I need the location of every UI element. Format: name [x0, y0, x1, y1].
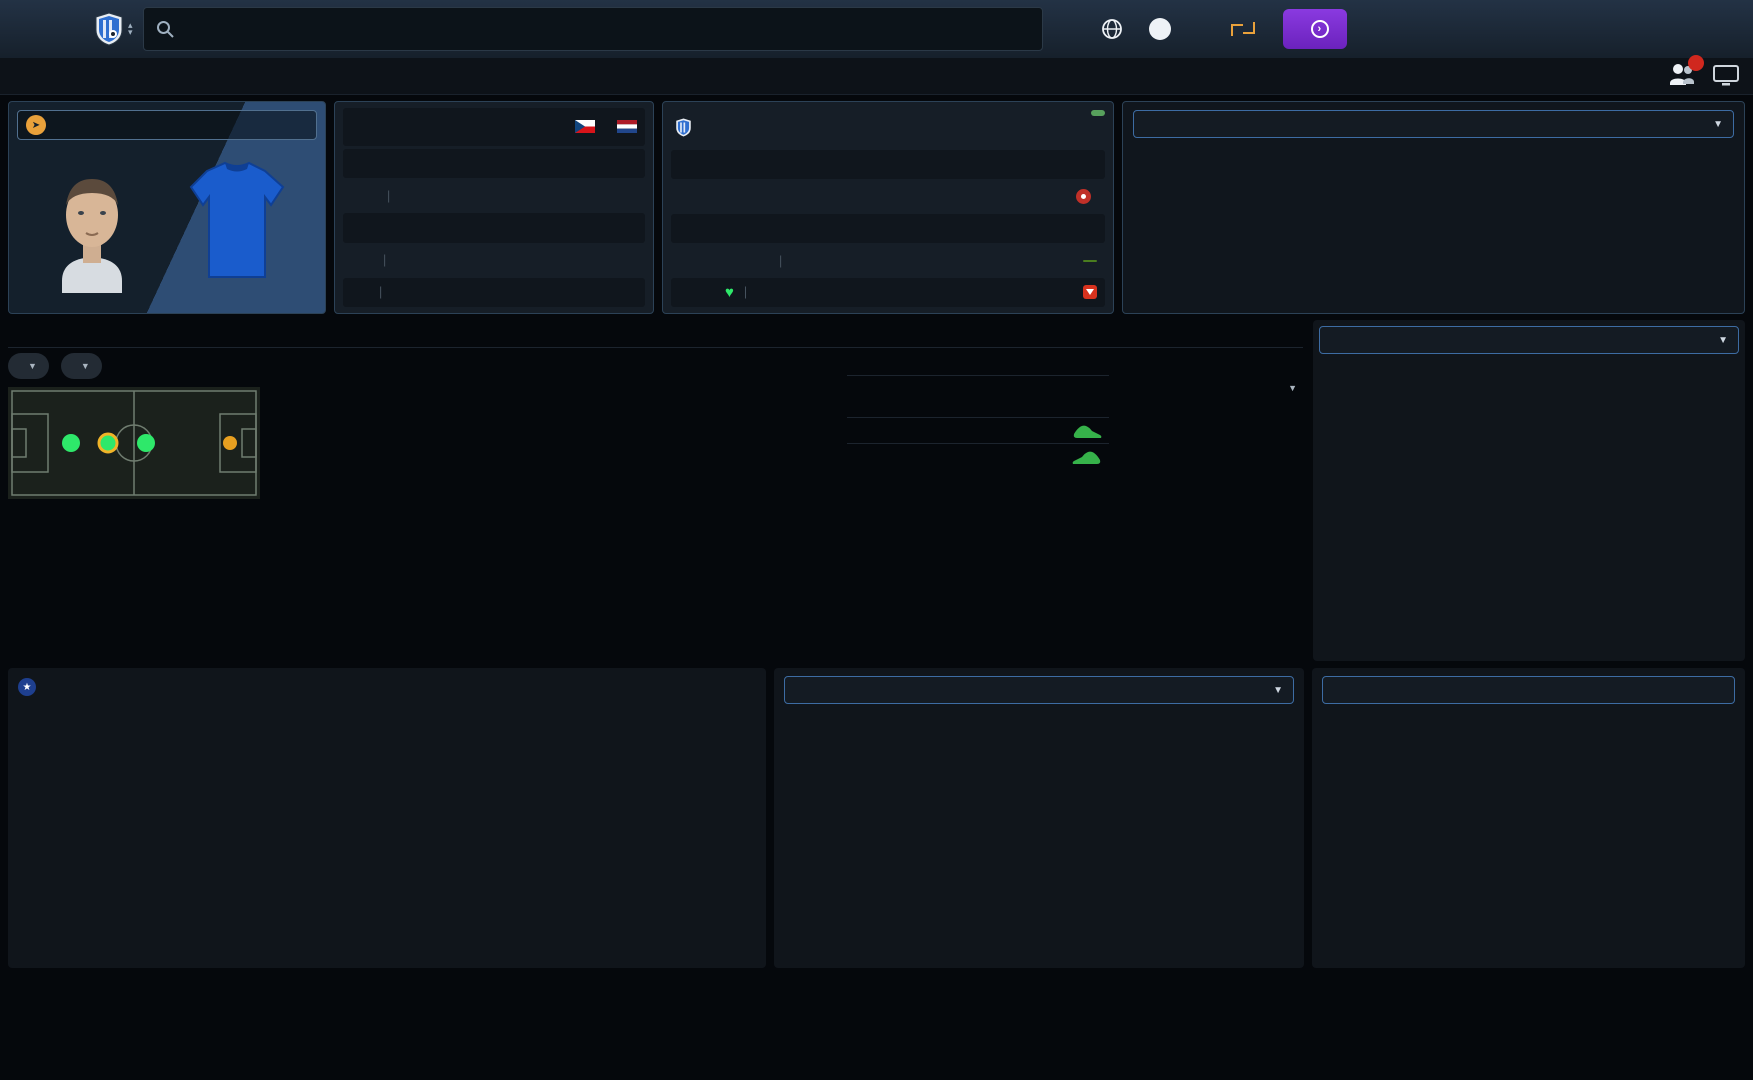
career-overall-row [1322, 936, 1735, 960]
squad-comparison-description [1319, 354, 1739, 367]
position-dot-dc [62, 434, 80, 452]
last-club-row [671, 182, 1105, 211]
discuss-new-trait-dropdown[interactable]: ▼ [1122, 377, 1299, 399]
discuss-trait-value [1122, 399, 1299, 413]
transfer-row: | [383, 253, 387, 268]
player-traits-value [1122, 363, 1299, 377]
fm-player-overview-screen: ▴ ▾ › ➤ | | | | ♥ | ▼ ▼ ▼ ▼ ▼ ★ ▼ [0, 0, 1753, 1080]
form-header-dropdown[interactable]: ▼ [784, 676, 1294, 704]
position-pitch [8, 387, 260, 499]
weight-row [847, 396, 1109, 417]
season-stats-header[interactable]: ★ [18, 678, 190, 696]
career-stats-panel [1312, 668, 1745, 968]
chevron-down-icon: ▼ [1273, 684, 1283, 696]
czech-flag-icon [575, 120, 595, 134]
chevron-down-icon: ▼ [1713, 118, 1723, 130]
media-info-column: ▼ [1118, 353, 1303, 661]
squad-comparison-panel: ▼ [1313, 320, 1745, 661]
player-shirt [189, 161, 285, 278]
right-boot-icon [1072, 451, 1101, 464]
left-foot-block [847, 417, 1109, 443]
key-attributes-dropdown[interactable]: ▼ [60, 353, 102, 379]
position-dot-st [223, 436, 237, 450]
club-switch-chevrons[interactable]: ▴ ▾ [128, 21, 133, 37]
right-foot-block [847, 443, 1109, 469]
sharpness-icon [1083, 285, 1097, 300]
position-dot-dm-selected [97, 432, 119, 454]
player-info-panel: | | | [334, 101, 654, 314]
dutch-flag-icon [617, 120, 637, 134]
last-fee-row [671, 214, 1105, 244]
position-role-panel: ▼ ▼ [8, 353, 276, 661]
age-row [343, 148, 645, 179]
search-icon [156, 21, 174, 38]
form-chart [784, 708, 1292, 920]
position-dot-mc [137, 434, 155, 452]
chevron-down-icon: ▼ [1718, 334, 1728, 346]
nationality-row [343, 108, 645, 146]
contract-panel: | ♥ | [662, 101, 1114, 314]
player-name-plate[interactable]: ➤ [17, 110, 317, 140]
pros-cons-panel: ▼ [1122, 101, 1745, 314]
help-icon[interactable] [1148, 18, 1171, 40]
ratings-row: | [671, 246, 1105, 275]
career-stats-header [1322, 676, 1735, 704]
chevron-right-icon: › [1310, 20, 1329, 38]
player-header-row: ➤ | | | | ♥ | ▼ [8, 101, 1745, 314]
backroom-advice-icon[interactable] [1667, 54, 1704, 92]
ability-row: | [343, 277, 645, 307]
search-player-bar[interactable] [142, 7, 1043, 51]
technical-attributes-column [285, 353, 557, 661]
player-portrait [62, 179, 122, 293]
stats-icon: ★ [18, 678, 36, 696]
pros-bar [1133, 150, 1422, 170]
season-stats-panel: ★ [8, 668, 766, 968]
attributes-area: ▼ ▼ ▼ [8, 320, 1303, 661]
continue-date[interactable] [1230, 22, 1255, 36]
top-bar: ▴ ▾ › [0, 0, 1753, 58]
wage-row: | [387, 188, 391, 203]
left-boot-icon [1073, 425, 1102, 438]
squad-comparison-header[interactable]: ▼ [1319, 326, 1739, 354]
season-stats-totals [18, 936, 756, 960]
globe-icon[interactable] [1101, 18, 1123, 40]
condition-row: ♥ | [671, 278, 1105, 307]
pros-cons-header[interactable]: ▼ [1133, 110, 1734, 138]
mental-attributes-column [566, 353, 838, 661]
height-row [847, 375, 1109, 396]
main-nav [0, 54, 1753, 95]
reputation-row [671, 150, 1105, 180]
advice-notification[interactable] [1651, 54, 1739, 94]
club-crest-icon [95, 12, 123, 46]
cons-bar [1446, 150, 1735, 170]
club-crest-selector[interactable]: ▴ ▾ [94, 12, 133, 46]
happiness-badge[interactable] [1091, 110, 1105, 116]
physical-title [847, 353, 1109, 375]
player-status-icon: ➤ [26, 115, 46, 135]
condition-heart-icon: ♥ [725, 283, 734, 301]
form-panel: ▼ [774, 668, 1304, 968]
mental-title [566, 353, 838, 375]
average-rating [1083, 259, 1097, 262]
social-feed-button[interactable]: › [1282, 9, 1347, 49]
club-badge-icon [676, 118, 691, 137]
physical-attributes-column [847, 353, 1109, 661]
value-row [343, 213, 645, 243]
notification-badge [1688, 54, 1704, 71]
monitor-icon[interactable] [1713, 65, 1739, 87]
highlight-dropdown[interactable]: ▼ [8, 353, 49, 379]
player-photo-card: ➤ [8, 101, 326, 314]
player-traits-label [1122, 355, 1299, 363]
technical-title [285, 353, 557, 375]
